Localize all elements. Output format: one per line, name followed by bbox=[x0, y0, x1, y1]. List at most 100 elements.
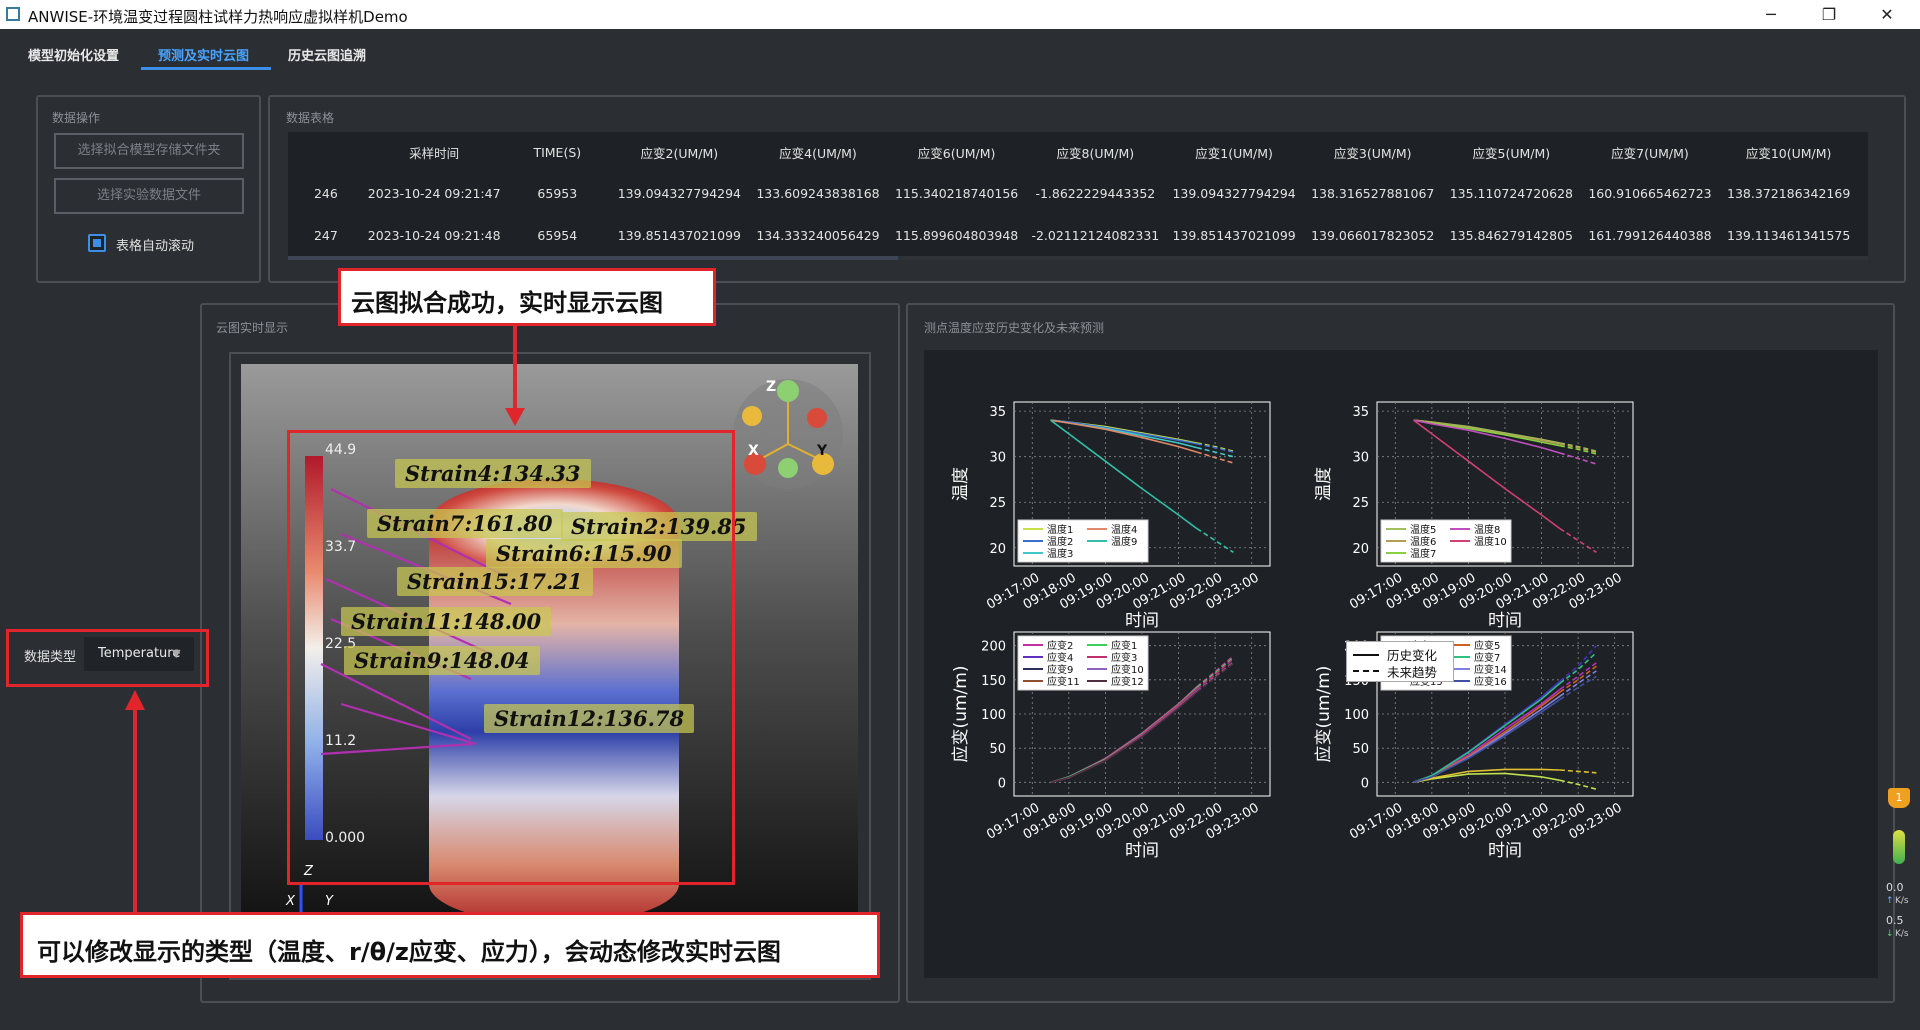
table-cell: 134.333240056429 bbox=[748, 214, 888, 256]
legend-entry: 应变12 bbox=[1111, 675, 1144, 688]
table-scrollbar-thumb[interactable] bbox=[288, 256, 898, 260]
select-model-folder-button[interactable]: 选择拟合模型存储文件夹 bbox=[54, 133, 244, 169]
col-header[interactable]: 应变6(UM/M) bbox=[887, 132, 1026, 172]
tab-history[interactable]: 历史云图追溯 bbox=[288, 45, 366, 64]
auto-scroll-checkbox[interactable] bbox=[88, 234, 106, 252]
speed-gauge bbox=[1893, 830, 1905, 864]
col-header[interactable]: 应变4(UM/M) bbox=[748, 132, 888, 172]
col-header[interactable]: 应变10(UM/M) bbox=[1719, 132, 1858, 172]
y-axis-label: 应变(um/m) bbox=[1314, 666, 1334, 763]
legend-entry: 温度3 bbox=[1047, 547, 1073, 560]
data-table[interactable]: 采样时间 TIME(S) 应变2(UM/M) 应变4(UM/M) 应变6(UM/… bbox=[288, 132, 1868, 260]
callout-arrow-top bbox=[505, 325, 525, 426]
orient-z-label: Z bbox=[766, 379, 777, 395]
tab-prediction[interactable]: 预测及实时云图 bbox=[158, 45, 249, 64]
plot-1[interactable]: 2025303509:17:0009:18:0009:19:0009:20:00… bbox=[951, 401, 1271, 631]
legend-dashed-line bbox=[1353, 670, 1379, 672]
table-cell: 139.094327794294 bbox=[1164, 172, 1304, 214]
table-cell: 138.372186342169 bbox=[1719, 172, 1858, 214]
plot-legend: 温度1温度2温度3 温度4温度9 bbox=[1017, 519, 1149, 563]
tab-bar: 模型初始化设置 预测及实时云图 历史云图追溯 bbox=[0, 29, 1920, 73]
orientation-widget bbox=[733, 379, 843, 489]
plots-title: 测点温度应变历史变化及未来预测 bbox=[924, 321, 1105, 335]
legend-entry: 温度10 bbox=[1474, 535, 1507, 548]
legend-entry: 应变5 bbox=[1474, 639, 1500, 652]
data-table-title: 数据表格 bbox=[286, 111, 335, 125]
table-cell: 139.094327794294 bbox=[610, 172, 749, 214]
col-header[interactable]: 应变3(UM/M) bbox=[1303, 132, 1443, 172]
legend-entry: 温度6 bbox=[1410, 535, 1436, 548]
legend-entry: 温度8 bbox=[1474, 523, 1500, 536]
legend-entry: 应变7 bbox=[1474, 651, 1500, 664]
legend-entry: 应变2 bbox=[1047, 639, 1073, 652]
table-cell: 160.910665462723 bbox=[1580, 172, 1720, 214]
speed-unit-1: K/s bbox=[1895, 896, 1909, 906]
table-cell: 2023-10-24 09:21:48 bbox=[363, 214, 505, 256]
speed-value-2: 0.5 bbox=[1886, 914, 1904, 927]
speed-value-1: 0.0 bbox=[1886, 881, 1904, 894]
legend-future: 未来趋势 bbox=[1387, 665, 1438, 680]
z-axis-ball[interactable] bbox=[777, 380, 799, 402]
y-tick-label: 30 bbox=[1352, 451, 1369, 466]
maximize-button[interactable]: ❐ bbox=[1806, 2, 1852, 27]
table-row[interactable]: 246 2023-10-24 09:21:47 65953 139.094327… bbox=[288, 172, 1858, 214]
badge-icon[interactable]: 1 bbox=[1888, 788, 1910, 808]
col-header bbox=[288, 132, 364, 172]
y-axis-label: 应变(um/m) bbox=[951, 666, 971, 763]
col-header[interactable]: 采样时间 bbox=[363, 132, 505, 172]
col-header[interactable]: 应变1(UM/M) bbox=[1164, 132, 1304, 172]
window-title: ANWISE-环境温变过程圆柱试样力热响应虚拟样机Demo bbox=[28, 8, 408, 26]
table-cell: 115.340218740156 bbox=[887, 172, 1026, 214]
col-header[interactable]: 应变7(UM/M) bbox=[1580, 132, 1720, 172]
x-axis-label: 时间 bbox=[1488, 611, 1522, 631]
plot-2[interactable]: 2025303509:17:0009:18:0009:19:0009:20:00… bbox=[1314, 401, 1634, 631]
close-button[interactable]: ✕ bbox=[1864, 2, 1910, 27]
legend-entry: 温度5 bbox=[1410, 523, 1436, 536]
y-tick-label: 20 bbox=[989, 542, 1006, 557]
y-tick-label: 25 bbox=[989, 496, 1006, 511]
table-cell: 2023-10-24 09:21:47 bbox=[363, 172, 505, 214]
legend-entry: 应变3 bbox=[1111, 651, 1137, 664]
chevron-down-icon: ▼ bbox=[172, 647, 181, 660]
y-tick-label: 100 bbox=[981, 708, 1006, 723]
table-cell: 139.066017823052 bbox=[1303, 214, 1443, 256]
table-cell: 65954 bbox=[504, 214, 611, 256]
col-header[interactable]: TIME(S) bbox=[504, 132, 611, 172]
table-row[interactable]: 247 2023-10-24 09:21:48 65954 139.851437… bbox=[288, 214, 1858, 256]
table-cell: -1.8622229443352 bbox=[1025, 172, 1165, 214]
legend-entry: 应变10 bbox=[1111, 663, 1144, 676]
table-cell: 139.113461341575 bbox=[1719, 214, 1858, 256]
y-tick-label: 25 bbox=[1352, 496, 1369, 511]
select-exp-file-button[interactable]: 选择实验数据文件 bbox=[54, 178, 244, 214]
table-cell: 115.899604803948 bbox=[887, 214, 1026, 256]
data-type-value: Temperature bbox=[98, 646, 181, 661]
axes-x-label: X bbox=[286, 894, 295, 909]
speed-unit-2: K/s bbox=[1895, 929, 1909, 939]
x-axis-label: 时间 bbox=[1488, 841, 1522, 861]
y-tick-label: 0 bbox=[998, 776, 1006, 791]
y-tick-label: 100 bbox=[1344, 708, 1369, 723]
plot-3[interactable]: 05010015020009:17:0009:18:0009:19:0009:2… bbox=[951, 631, 1271, 861]
tab-model-init[interactable]: 模型初始化设置 bbox=[28, 45, 119, 64]
data-type-select[interactable]: Temperature ▼ bbox=[84, 637, 194, 671]
minimize-button[interactable]: ─ bbox=[1748, 2, 1794, 27]
arrow-up-icon: ↑ bbox=[1886, 896, 1894, 906]
col-header[interactable]: 应变8(UM/M) bbox=[1025, 132, 1165, 172]
callout-bottom: 可以修改显示的类型（温度、r/θ/z应变、应力），会动态修改实时云图 bbox=[20, 912, 880, 978]
axis-ball-neg-z bbox=[778, 458, 798, 478]
legend-entry: 应变11 bbox=[1047, 675, 1080, 688]
y-tick-label: 150 bbox=[981, 674, 1006, 689]
main-legend: 历史变化 未来趋势 bbox=[1346, 641, 1454, 682]
auto-scroll-label: 表格自动滚动 bbox=[116, 239, 195, 254]
y-tick-label: 30 bbox=[989, 451, 1006, 466]
table-cell: 161.799126440388 bbox=[1580, 214, 1720, 256]
callout-arrow-bottom bbox=[125, 690, 145, 913]
legend-entry: 温度7 bbox=[1410, 547, 1436, 560]
col-header[interactable]: 应变2(UM/M) bbox=[610, 132, 749, 172]
table-cell: 139.851437021099 bbox=[610, 214, 749, 256]
table-cell: 139.851437021099 bbox=[1164, 214, 1304, 256]
y-tick-label: 35 bbox=[1352, 405, 1369, 420]
col-header[interactable]: 应变5(UM/M) bbox=[1442, 132, 1581, 172]
y-tick-label: 35 bbox=[989, 405, 1006, 420]
y-tick-label: 50 bbox=[1352, 742, 1369, 757]
